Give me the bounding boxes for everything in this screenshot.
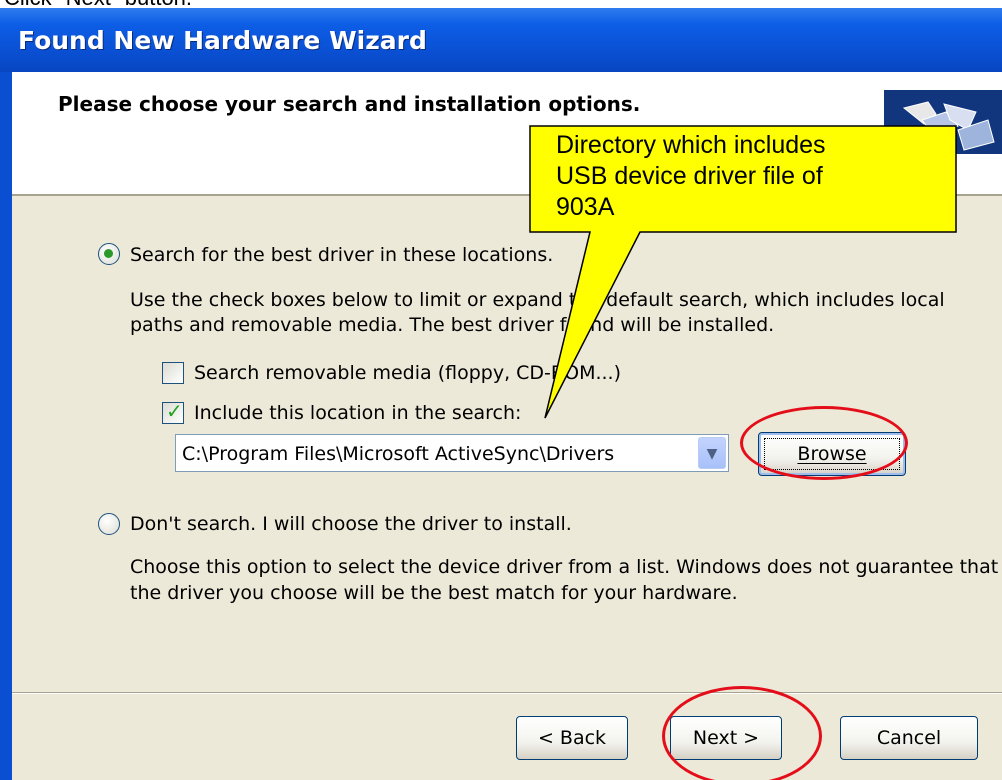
dont-search-radio[interactable] (98, 513, 120, 535)
callout-text: Directory which includes USB device driv… (556, 130, 956, 223)
include-location-checkbox[interactable]: ✓ (162, 399, 184, 424)
callout-line1: Directory which includes (556, 131, 826, 159)
removable-media-label[interactable]: Search removable media (floppy, CD-ROM..… (194, 362, 621, 384)
radio-selected-dot (104, 249, 113, 258)
next-button[interactable]: Next > (670, 716, 782, 760)
dont-search-description-line2: the driver you choose will be the best m… (130, 582, 738, 604)
location-path-text: C:\Program Files\Microsoft ActiveSync\Dr… (182, 443, 615, 465)
browse-button[interactable]: Browse (758, 432, 906, 476)
browse-button-label: Browse (797, 443, 867, 465)
wizard-window: Found New Hardware Wizard Please choose … (0, 8, 1002, 780)
window-frame-left (0, 72, 12, 780)
removable-media-checkbox[interactable] (162, 362, 184, 384)
include-location-label[interactable]: Include this location in the search: (194, 402, 521, 424)
search-description-line1: Use the check boxes below to limit or ex… (130, 289, 945, 311)
search-description-line2: paths and removable media. The best driv… (130, 314, 775, 336)
cancel-button[interactable]: Cancel (840, 716, 978, 760)
wizard-body: Search for the best driver in these loca… (12, 196, 1002, 692)
chevron-down-icon[interactable]: ▼ (698, 437, 726, 469)
callout-line3: 903A (556, 193, 615, 221)
search-best-driver-radio[interactable] (98, 243, 120, 265)
wizard-footer: < Back Next > Cancel (12, 694, 1002, 780)
header-title: Please choose your search and installati… (58, 92, 641, 116)
title-bar[interactable]: Found New Hardware Wizard (0, 8, 1002, 72)
next-button-label: Next > (692, 727, 760, 749)
back-button[interactable]: < Back (516, 716, 628, 760)
callout-line2: USB device driver file of (556, 162, 823, 190)
search-best-driver-label[interactable]: Search for the best driver in these loca… (130, 244, 553, 266)
window-title: Found New Hardware Wizard (18, 26, 427, 55)
checkmark-icon: ✓ (166, 399, 183, 423)
dont-search-description-line1: Choose this option to select the device … (130, 556, 999, 578)
location-combobox[interactable]: C:\Program Files\Microsoft ActiveSync\Dr… (175, 434, 729, 472)
back-button-label: < Back (537, 727, 607, 749)
dont-search-label[interactable]: Don't search. I will choose the driver t… (130, 513, 572, 535)
cancel-button-label: Cancel (876, 727, 942, 749)
